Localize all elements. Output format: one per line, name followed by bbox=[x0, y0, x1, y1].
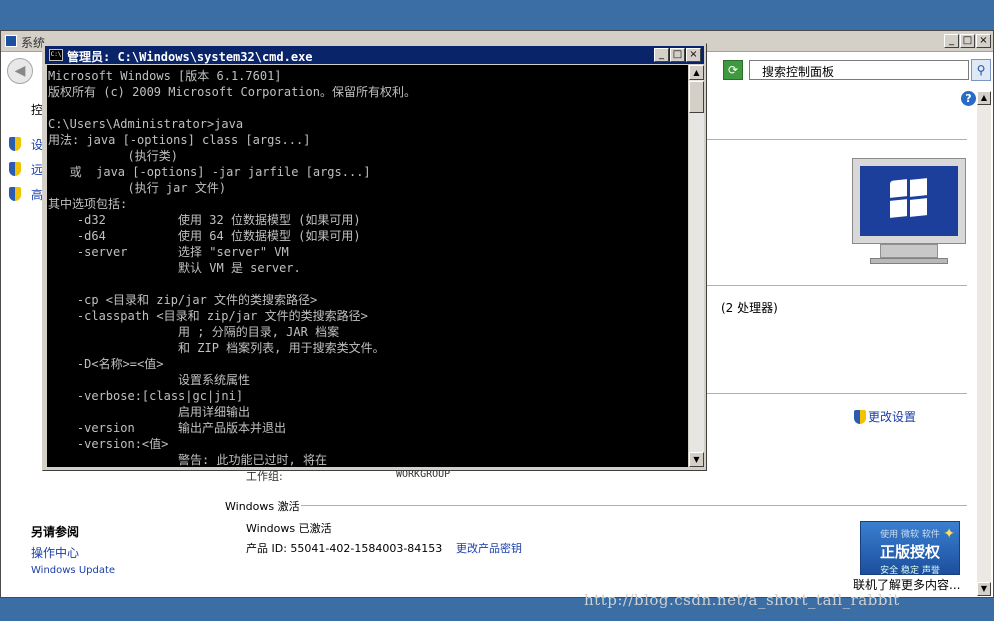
cmd-scroll-thumb[interactable] bbox=[689, 81, 704, 113]
close-button[interactable]: × bbox=[976, 34, 991, 48]
cmd-title: 管理员: C:\Windows\system32\cmd.exe bbox=[67, 50, 313, 64]
refresh-button[interactable]: ⟳ bbox=[723, 60, 743, 80]
divider bbox=[707, 139, 967, 140]
product-id: 产品 ID: 55041-402-1584003-84153 bbox=[246, 542, 443, 555]
cmd-icon: C:\ bbox=[49, 49, 63, 61]
search-icon[interactable]: ⚲ bbox=[971, 59, 991, 81]
cmd-scrollbar[interactable]: ▲ ▼ bbox=[689, 65, 704, 467]
maximize-button[interactable]: □ bbox=[960, 34, 975, 48]
back-button[interactable]: ◀ bbox=[7, 58, 33, 84]
activation-section-title: Windows 激活 bbox=[225, 500, 300, 513]
console-output: Microsoft Windows [版本 6.1.7601] 版权所有 (c)… bbox=[48, 69, 416, 467]
shield-icon bbox=[9, 137, 23, 151]
cmd-console[interactable]: Microsoft Windows [版本 6.1.7601] 版权所有 (c)… bbox=[47, 65, 688, 467]
minimize-button[interactable]: _ bbox=[944, 34, 959, 48]
cmd-scroll-down-arrow[interactable]: ▼ bbox=[689, 452, 704, 467]
windows-update-link[interactable]: Windows Update bbox=[31, 565, 115, 576]
genuine-badge[interactable]: 使用 微软 软件 正版授权 安全 稳定 声誉 ✦ bbox=[860, 521, 960, 576]
star-icon: ✦ bbox=[943, 526, 955, 542]
scroll-down-arrow[interactable]: ▼ bbox=[977, 582, 991, 596]
action-center-link[interactable]: 操作中心 bbox=[31, 544, 79, 561]
processor-text: (2 处理器) bbox=[721, 301, 778, 315]
help-icon[interactable]: ? bbox=[961, 91, 976, 106]
cmd-window: C:\ 管理员: C:\Windows\system32\cmd.exe _ □… bbox=[42, 43, 707, 471]
see-also-heading: 另请参阅 bbox=[31, 525, 80, 539]
genuine-badge-line3: 安全 稳定 声誉 bbox=[880, 566, 940, 576]
system-window-icon bbox=[5, 35, 17, 47]
watermark: http://blog.csdn.net/a_short_tail_rabbit bbox=[584, 591, 900, 609]
divider bbox=[301, 505, 967, 506]
genuine-badge-line2: 正版授权 bbox=[879, 543, 940, 561]
shield-icon bbox=[9, 162, 23, 176]
cmd-minimize-button[interactable]: _ bbox=[654, 48, 669, 62]
change-product-key-link[interactable]: 更改产品密钥 bbox=[456, 540, 522, 556]
cmd-scroll-up-arrow[interactable]: ▲ bbox=[689, 65, 704, 80]
cmd-close-button[interactable]: × bbox=[686, 48, 701, 62]
shield-icon bbox=[854, 410, 866, 424]
windows-flag-icon bbox=[890, 178, 928, 218]
divider bbox=[707, 393, 967, 394]
activation-status: Windows 已激活 bbox=[246, 522, 332, 535]
cmd-titlebar[interactable]: C:\ 管理员: C:\Windows\system32\cmd.exe _ □… bbox=[45, 46, 704, 64]
shield-icon bbox=[9, 187, 23, 201]
scroll-up-arrow[interactable]: ▲ bbox=[977, 91, 991, 105]
divider bbox=[707, 285, 967, 286]
change-settings-link[interactable]: 更改设置 bbox=[868, 408, 916, 425]
control-panel-scrollbar[interactable]: ▲ ▼ bbox=[977, 91, 991, 596]
cmd-maximize-button[interactable]: □ bbox=[670, 48, 685, 62]
search-input[interactable]: 搜索控制面板 bbox=[749, 60, 969, 80]
windows-logo-monitor bbox=[852, 158, 966, 268]
